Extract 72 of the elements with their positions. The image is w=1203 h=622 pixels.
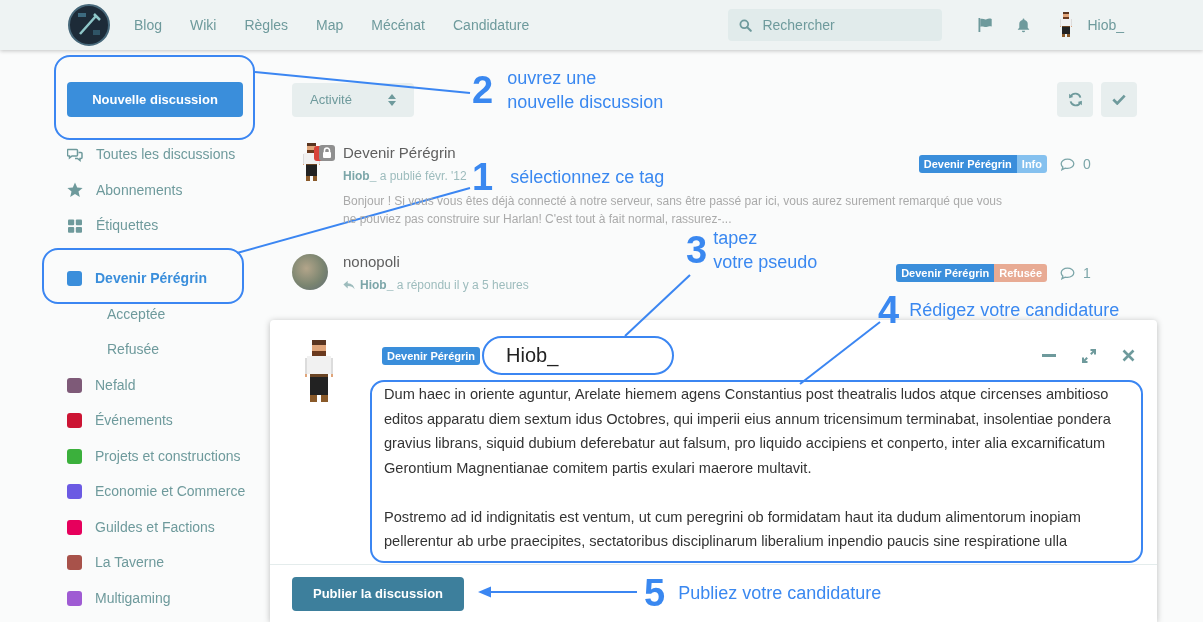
user-menu[interactable]: Hiob_ xyxy=(1087,14,1124,36)
grid-icon xyxy=(67,217,83,234)
sidebar-subtag[interactable]: Refusée xyxy=(67,332,160,368)
annotation-text: Publiez votre candidature xyxy=(678,582,882,605)
nav-link[interactable]: Blog xyxy=(120,14,177,36)
message-field[interactable]: Dum haec in oriente aguntur, Arelate hiemem agens Constantius post theatralis ludos atque circenses ambitioso editos apparatu diem sextum idus Octobres, qui imperii eius annum tricensimum terminabat, insolentiae pondera gravius librans, siquid dubium deferebatur aut falsum, pro liquido accipiens et conperto, inter alia excarnificatum Gerontium Magnentianae comitem partis exulari maerore multavit. Postremo ad id indignitatis est ventum, ut cum peregrini ob formidatam haut ita dudum alimentorum inopiam pellerentur ab urbe praecipites, sectatoribus disciplinarum liberalium inpendio paucis sine respiratione ulla xyxy=(370,380,1143,563)
star-icon xyxy=(67,182,83,199)
annotation-text: tapez votre pseudo xyxy=(713,227,818,274)
sidebar-tag[interactable]: Economie et Commerce xyxy=(67,474,246,510)
check-icon xyxy=(1112,94,1126,105)
notifications-button[interactable] xyxy=(1016,17,1032,33)
tag-badge[interactable]: Info xyxy=(1016,155,1047,173)
discussion-title[interactable]: nonopoli xyxy=(343,252,400,272)
refresh-icon xyxy=(1067,92,1083,107)
fullscreen-button[interactable] xyxy=(1082,348,1096,363)
sidebar-tag[interactable]: Événements xyxy=(67,403,173,439)
expand-icon xyxy=(1082,348,1096,363)
tag-badge[interactable]: Devenir Pérégrin xyxy=(896,264,995,282)
nav-link[interactable]: Map xyxy=(302,14,358,36)
step-number: 1 xyxy=(472,158,494,196)
speech-bubble-icon xyxy=(1060,157,1075,171)
sidebar-tag[interactable]: Projets et constructions xyxy=(67,438,241,474)
pixel-character-icon xyxy=(305,340,333,404)
sidebar-link[interactable]: Étiquettes xyxy=(67,208,159,244)
close-button[interactable] xyxy=(1122,349,1135,362)
reply-count: 1 xyxy=(1083,263,1091,283)
tag-badge[interactable]: Refusée xyxy=(994,264,1047,282)
search-icon xyxy=(739,19,753,32)
refresh-button[interactable] xyxy=(1057,82,1093,117)
tag-badge[interactable]: Devenir Pérégrin xyxy=(918,155,1017,173)
step-number: 2 xyxy=(472,71,494,109)
sidebar-tag[interactable]: La Taverne xyxy=(67,545,164,581)
close-icon xyxy=(1122,349,1135,362)
discussion-title[interactable]: Devenir Pérégrin xyxy=(343,143,456,163)
search-field[interactable]: Rechercher xyxy=(728,9,943,41)
annotation-text: ouvrez une nouvelle discussion xyxy=(507,67,664,114)
speech-bubble-icon xyxy=(1060,266,1075,280)
minimize-icon xyxy=(1042,354,1056,357)
tag-badge[interactable]: Devenir Pérégrin xyxy=(382,346,481,365)
sort-dropdown[interactable]: Activité xyxy=(292,82,414,117)
title-field[interactable]: Hiob_ xyxy=(482,336,675,375)
sidebar-tag[interactable]: Multigaming xyxy=(67,580,171,616)
nav-link[interactable]: Règles xyxy=(230,14,303,36)
sidebar-tag[interactable]: Devenir Pérégrin xyxy=(67,261,208,297)
nav-link[interactable]: Candidature xyxy=(439,14,544,36)
sidebar-subtag[interactable]: Acceptée xyxy=(67,296,166,332)
flag-button[interactable] xyxy=(977,17,994,33)
pixel-character-icon xyxy=(1060,12,1073,38)
post-meta: Hiob_ a répondu il y a 5 heures xyxy=(360,277,529,294)
bell-icon xyxy=(1016,17,1032,33)
step-number: 3 xyxy=(686,231,708,269)
leader-line xyxy=(624,274,691,337)
step-number: 4 xyxy=(878,291,900,329)
post-meta: Hiob_ a publié févr. '12 xyxy=(343,168,467,185)
reply-arrow-icon xyxy=(343,280,355,290)
sidebar-link[interactable]: Toutes les discussions xyxy=(67,137,236,173)
annotation-text: sélectionnez ce tag xyxy=(510,166,665,189)
updown-caret-icon xyxy=(388,93,396,106)
mark-all-read-button[interactable] xyxy=(1101,82,1137,117)
sidebar-tag[interactable]: Guildes et Factions xyxy=(67,509,215,545)
logo-icon xyxy=(68,4,110,46)
publish-button[interactable]: Publier la discussion xyxy=(292,577,464,611)
nav-link[interactable]: Mécénat xyxy=(357,14,439,36)
sidebar-link[interactable]: Abonnements xyxy=(67,172,183,208)
flag-icon xyxy=(977,17,994,33)
chat-bubbles-icon xyxy=(67,146,83,163)
new-discussion-button[interactable]: Nouvelle discussion xyxy=(67,82,243,117)
sidebar-tag[interactable]: Nefald xyxy=(67,367,136,403)
nav-link[interactable]: Wiki xyxy=(176,14,231,36)
reply-count: 0 xyxy=(1083,154,1091,174)
step-number: 5 xyxy=(644,574,666,612)
annotation-text: Rédigez votre candidature xyxy=(909,299,1120,322)
